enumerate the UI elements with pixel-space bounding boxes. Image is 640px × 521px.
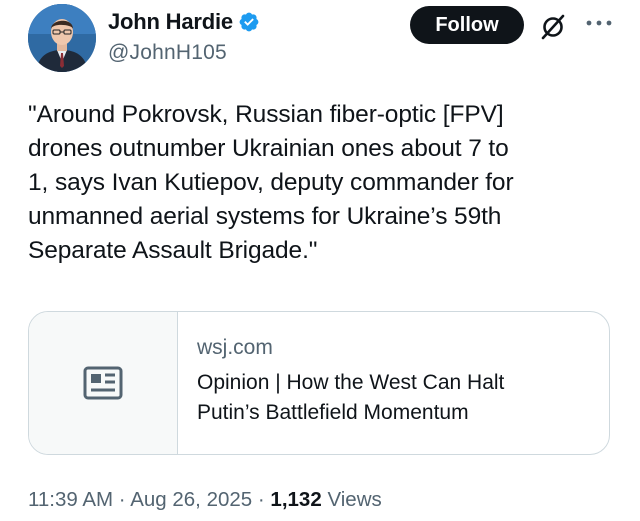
card-title[interactable]: Opinion | How the West Can Halt Putin’s … [197, 368, 597, 428]
follow-button[interactable]: Follow [410, 6, 524, 44]
meta-separator: · [118, 488, 126, 511]
tweet-header: John Hardie @JohnH105 Follow [28, 4, 628, 80]
card-domain: wsj.com [197, 336, 273, 359]
views-count: 1,132 [270, 488, 322, 511]
tweet-time[interactable]: 11:39 AM [28, 488, 113, 511]
more-icon[interactable] [584, 12, 614, 34]
meta-separator: · [257, 488, 265, 511]
views-label: Views [327, 488, 382, 511]
author-info: John Hardie @JohnH105 [108, 8, 260, 65]
author-handle[interactable]: @JohnH105 [108, 41, 260, 65]
tweet-text: "Around Pokrovsk, Russian fiber-optic [F… [28, 101, 514, 264]
card-body: wsj.com Opinion | How the West Can Halt … [197, 336, 597, 428]
verified-badge-icon[interactable] [238, 11, 260, 33]
grok-icon[interactable] [540, 14, 566, 40]
card-thumbnail [29, 312, 178, 454]
avatar[interactable] [28, 4, 96, 72]
author-display-name[interactable]: John Hardie [108, 9, 233, 35]
article-icon [83, 366, 123, 400]
name-row: John Hardie [108, 8, 260, 36]
tweet-meta: 11:39 AM · Aug 26, 2025 · 1,132 Views [28, 488, 382, 512]
tweet-date[interactable]: Aug 26, 2025 [130, 488, 252, 511]
link-preview-card[interactable]: wsj.com Opinion | How the West Can Halt … [28, 311, 610, 455]
avatar-photo [28, 4, 96, 72]
